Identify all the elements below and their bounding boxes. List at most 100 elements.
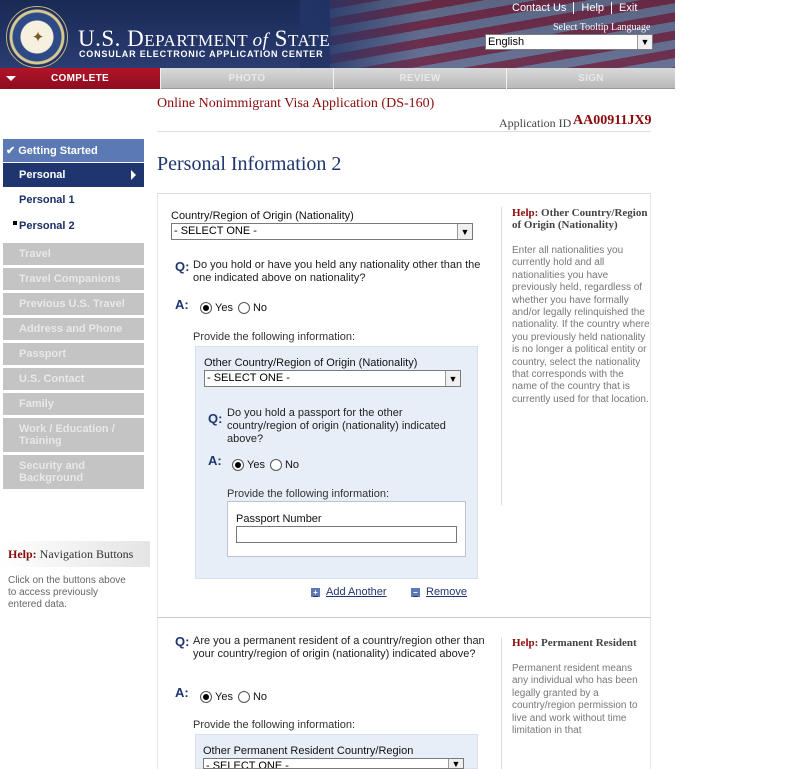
permanent-resident-country-label: Other Permanent Resident Country/Region <box>203 745 414 757</box>
passport-number-input[interactable] <box>236 526 457 543</box>
radio-label: Yes <box>215 302 233 314</box>
question-marker: Q: <box>175 259 190 274</box>
question-passport-other-country: Do you hold a passport for the other cou… <box>227 407 446 445</box>
help-prefix: Help: <box>8 546 37 561</box>
top-links: Contact Us Help Exit <box>505 0 644 16</box>
page-title: Personal Information 2 <box>157 153 342 175</box>
sidebar-item-travel-companions: Travel Companions <box>3 268 144 290</box>
nationality-select[interactable]: - SELECT ONE - ▼ <box>171 223 473 240</box>
add-another-label: Add Another <box>326 586 387 598</box>
chevron-down-icon: ▼ <box>445 371 460 386</box>
help-link[interactable]: Help <box>574 1 611 15</box>
sidebar-item-label: Work / Education / Training <box>19 423 115 447</box>
radio-label: Yes <box>247 459 265 471</box>
permanent-resident-radio-group: Yes No <box>200 691 272 703</box>
permanent-resident-country-select[interactable]: - SELECT ONE - ▼ <box>203 758 464 769</box>
step-label: PHOTO <box>228 73 266 84</box>
question-marker: Q: <box>208 411 223 426</box>
sidebar-item-personal-2[interactable]: Personal 2 <box>3 215 144 237</box>
passport-other-radio-group: Yes No <box>232 459 304 471</box>
sidebar-item-label: Previous U.S. Travel <box>19 298 125 310</box>
step-photo: PHOTO <box>160 68 333 89</box>
triangle-down-icon <box>6 76 16 81</box>
permanent-resident-no-radio[interactable] <box>237 691 250 703</box>
exit-link[interactable]: Exit <box>612 1 644 15</box>
eagle-icon: ✦ <box>31 28 45 46</box>
tooltip-language-label: Select Tooltip Language <box>553 22 651 33</box>
question-other-nationality: Do you hold or have you held any nationa… <box>193 259 481 284</box>
minus-icon: – <box>411 587 420 597</box>
other-nationality-radio-group: Yes No <box>200 302 272 314</box>
step-sign: SIGN <box>506 68 675 89</box>
help-panel-other-nationality: Help: Other Country/Region of Origin (Na… <box>501 207 650 505</box>
dept-title-part: S <box>268 26 288 51</box>
department-subtitle: CONSULAR ELECTRONIC APPLICATION CENTER <box>79 49 324 59</box>
other-nationality-select[interactable]: - SELECT ONE - ▼ <box>204 370 461 387</box>
dept-title-part: of <box>252 30 269 51</box>
contact-us-link[interactable]: Contact Us <box>505 1 573 15</box>
other-nationality-yes-radio[interactable] <box>200 302 212 314</box>
help-body: Enter all nationalities you currently ho… <box>512 245 650 405</box>
sidebar-item-label: Passport <box>19 348 67 360</box>
dept-title-part: TATE <box>287 31 331 50</box>
sidebar-item-address-phone: Address and Phone <box>3 318 144 340</box>
remove-label: Remove <box>426 586 467 598</box>
sidebar-item-security-background: Security and Background <box>3 455 144 489</box>
help-title: Help: Permanent Resident <box>512 637 650 649</box>
tooltip-language-select[interactable]: English ▼ <box>485 34 653 50</box>
sidebar-item-label: Travel Companions <box>19 273 121 285</box>
question-permanent-resident: Are you a permanent resident of a countr… <box>193 635 485 660</box>
dept-title-part: EPARTMENT <box>144 31 253 50</box>
help-prefix: Help: <box>512 637 539 649</box>
other-nationality-select-value: - SELECT ONE - <box>207 372 290 384</box>
add-another-link[interactable]: + Add Another <box>311 586 387 598</box>
nationality-label: Country/Region of Origin (Nationality) <box>171 210 354 222</box>
provide-info-label: Provide the following information: <box>227 488 390 500</box>
step-label: REVIEW <box>399 73 441 84</box>
check-icon: ✔ <box>6 145 16 157</box>
sidebar-item-label: U.S. Contact <box>19 373 85 385</box>
provide-info-label: Provide the following information: <box>193 331 356 343</box>
passport-number-label: Passport Number <box>236 513 322 525</box>
remove-link[interactable]: – Remove <box>411 586 467 598</box>
section-divider <box>157 617 651 618</box>
sidebar-item-label: Security and Background <box>19 460 86 484</box>
help-title-text: Permanent Resident <box>541 637 637 649</box>
chevron-down-icon: ▼ <box>457 224 472 239</box>
step-review: REVIEW <box>333 68 506 89</box>
application-title: Online Nonimmigrant Visa Application (DS… <box>157 96 435 111</box>
navigation-help-text: Click on the buttons above to access pre… <box>8 575 126 610</box>
sidebar-item-getting-started[interactable]: ✔ Getting Started <box>3 139 144 162</box>
other-nationality-no-radio[interactable] <box>237 302 250 314</box>
sidebar-item-work-education: Work / Education / Training <box>3 418 144 452</box>
passport-other-no-radio[interactable] <box>269 459 282 471</box>
tooltip-language-value: English <box>488 36 525 48</box>
state-department-seal-icon: ✦ <box>6 6 68 68</box>
sidebar-item-label: Address and Phone <box>19 323 123 335</box>
answer-marker: A: <box>175 297 189 312</box>
provide-info-label: Provide the following information: <box>193 719 356 731</box>
divider <box>157 131 651 132</box>
sidebar-item-personal-1[interactable]: Personal 1 <box>3 189 144 211</box>
nationality-select-value: - SELECT ONE - <box>174 225 257 237</box>
navigation-help-title: Help: Navigation Buttons <box>0 541 150 567</box>
permanent-resident-yes-radio[interactable] <box>200 691 212 703</box>
sidebar-item-us-contact: U.S. Contact <box>3 368 144 390</box>
radio-label: No <box>252 691 268 703</box>
permanent-resident-select-value: - SELECT ONE - <box>206 760 289 769</box>
passport-other-yes-radio[interactable] <box>232 459 244 471</box>
site-header: ✦ U.S. DEPARTMENT of STATE CONSULAR ELEC… <box>0 0 675 68</box>
sidebar-item-travel: Travel <box>3 243 144 265</box>
sidebar-item-label: Personal 2 <box>19 220 75 232</box>
help-panel-permanent-resident: Help: Permanent Resident Permanent resid… <box>501 637 650 769</box>
question-marker: Q: <box>175 634 190 649</box>
chevron-down-icon: ▼ <box>448 759 463 768</box>
sidebar-item-label: Personal <box>19 169 66 181</box>
help-body: Permanent resident means any individual … <box>512 663 638 737</box>
application-id-label: Application ID <box>499 116 572 130</box>
sidebar-item-family: Family <box>3 393 144 415</box>
sidebar-item-previous-us-travel: Previous U.S. Travel <box>3 293 144 315</box>
sidebar-item-personal[interactable]: Personal <box>3 163 144 187</box>
sidebar-item-label: Getting Started <box>18 144 98 157</box>
help-title: Help: Other Country/Region of Origin (Na… <box>512 207 650 231</box>
